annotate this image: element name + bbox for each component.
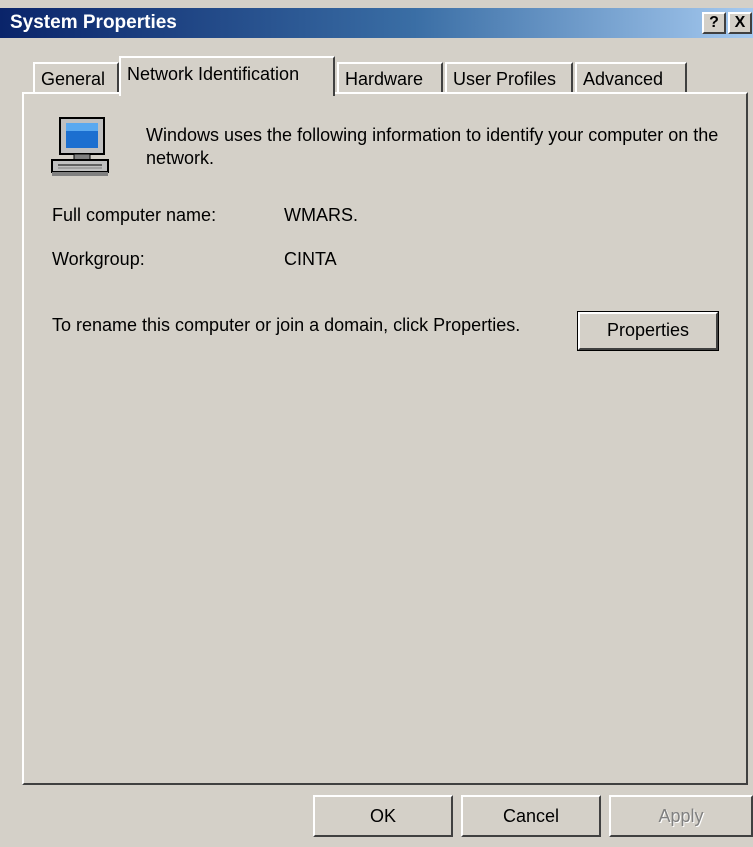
workgroup-value: CINTA [284, 249, 337, 269]
ok-button[interactable]: OK [313, 795, 453, 837]
computer-icon [51, 117, 109, 176]
title-bar[interactable]: System Properties ? X [0, 8, 753, 38]
workgroup-label: Workgroup: [52, 249, 145, 269]
tab-advanced[interactable]: Advanced [575, 62, 687, 92]
properties-button[interactable]: Properties [577, 311, 719, 351]
help-button[interactable]: ? [702, 12, 726, 34]
close-button[interactable]: X [728, 12, 752, 34]
window-title: System Properties [10, 12, 177, 33]
intro-text: Windows uses the following information t… [146, 125, 719, 168]
system-properties-dialog: System Properties ? X General Network Id… [0, 0, 753, 847]
cancel-button[interactable]: Cancel [461, 795, 601, 837]
network-identification-panel: Windows uses the following information t… [22, 92, 748, 785]
tab-user-profiles[interactable]: User Profiles [445, 62, 573, 92]
tab-network-identification[interactable]: Network Identification [119, 56, 335, 96]
tab-hardware[interactable]: Hardware [337, 62, 443, 92]
tab-general[interactable]: General [33, 62, 119, 92]
rename-instructions: To rename this computer or join a domain… [52, 315, 521, 335]
full-computer-name-value: WMARS. [284, 205, 358, 225]
full-computer-name-label: Full computer name: [52, 205, 217, 225]
apply-button[interactable]: Apply [609, 795, 753, 837]
